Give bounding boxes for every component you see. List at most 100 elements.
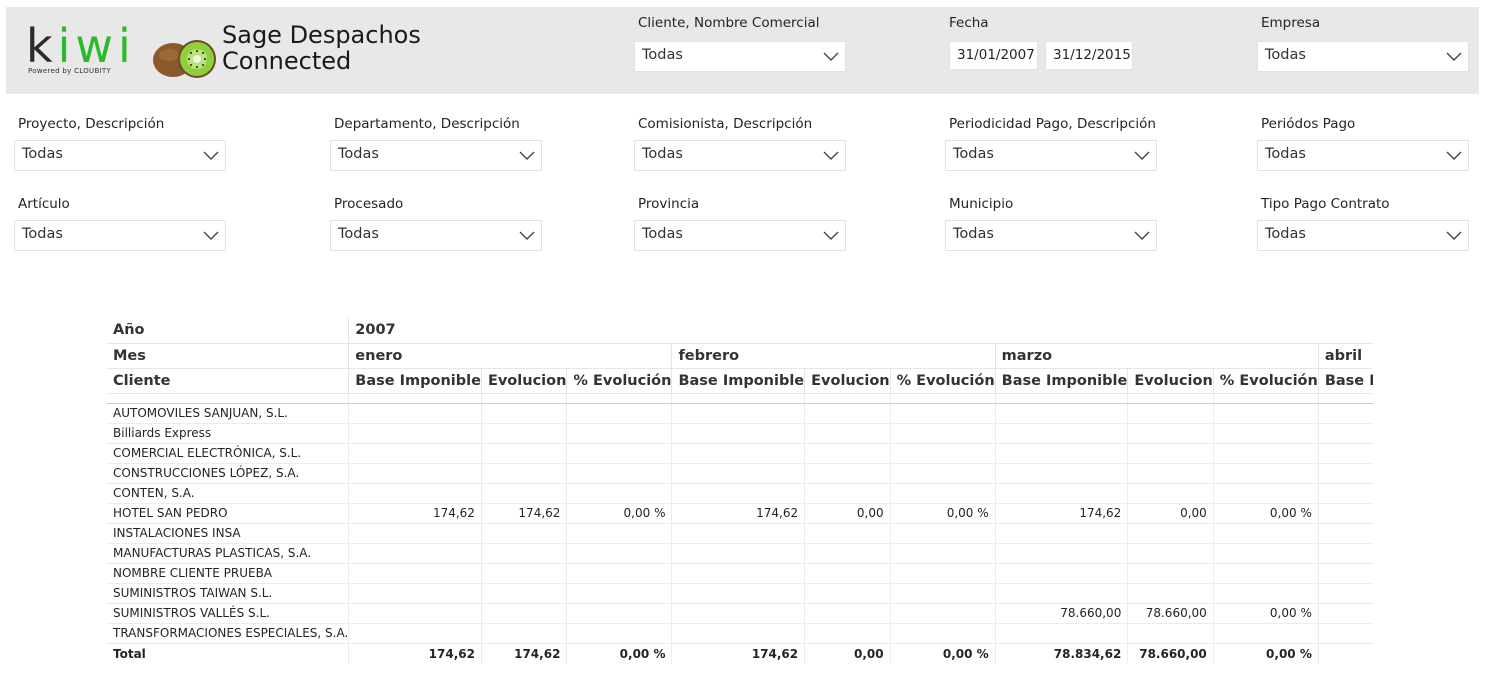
table-row[interactable]: SUMINISTROS TAIWAN S.L. 20.: [107, 583, 1373, 604]
value-cell: [994, 483, 1128, 504]
value-cell: [566, 623, 672, 644]
slicer-procesado: Procesado Todas: [330, 195, 542, 251]
client-name-cell: Billiards Express: [107, 423, 349, 444]
dropdown-value: Todas: [338, 146, 379, 162]
value-cell: [1127, 623, 1214, 644]
measure-header[interactable]: % Evolución: [889, 368, 996, 394]
month-header[interactable]: enero: [348, 343, 672, 369]
month-header[interactable]: marzo: [994, 343, 1319, 369]
value-cell: 0,00 %: [1212, 503, 1319, 524]
value-cell: [1212, 563, 1319, 584]
chevron-down-icon: [1446, 52, 1462, 61]
total-value-cell: 508.0: [1317, 642, 1373, 664]
proyecto-dropdown[interactable]: Todas: [14, 140, 226, 171]
value-cell: [889, 563, 996, 584]
total-row: Total 174,62 174,62 0,00 % 174,62 0,00 0,00 % 7…: [107, 642, 1373, 664]
measure-header[interactable]: Base Imponible: [348, 368, 482, 394]
table-row[interactable]: SUMINISTROS VALLÉS S.L. 78.660,00 78.660,0…: [107, 603, 1373, 624]
measure-header[interactable]: % Evolución: [1212, 368, 1319, 394]
value-cell: [1212, 623, 1319, 644]
cliente-dropdown[interactable]: Todas: [634, 41, 846, 72]
table-row[interactable]: MANUFACTURAS PLASTICAS, S.A.: [107, 543, 1373, 564]
month-header[interactable]: febrero: [671, 343, 996, 369]
client-name-cell: SUMINISTROS TAIWAN S.L.: [107, 583, 349, 604]
value-cell: [804, 603, 891, 624]
value-cell: [1317, 503, 1373, 524]
measure-header[interactable]: % Evolución: [566, 368, 672, 394]
value-cell: [994, 583, 1128, 604]
slicer-empresa: Empresa Todas: [1257, 14, 1469, 72]
value-cell: [480, 603, 567, 624]
value-cell: [889, 443, 996, 464]
articulo-dropdown[interactable]: Todas: [14, 220, 226, 251]
procesado-dropdown[interactable]: Todas: [330, 220, 542, 251]
value-cell: [889, 523, 996, 544]
measure-header[interactable]: Base Imponible: [994, 368, 1128, 394]
value-cell: [804, 423, 891, 444]
table-row[interactable]: HOTEL SAN PEDRO 174,62 174,62 0,00 % 174,62 0…: [107, 503, 1373, 524]
powered-by-text: Powered by CLOUBITY: [28, 67, 112, 75]
value-cell: [1127, 543, 1214, 564]
value-cell: [671, 563, 805, 584]
matrix-visual: Año 2007 Mes enero febrero marzo abril Cliente B…: [107, 318, 1373, 664]
value-cell: [480, 423, 567, 444]
total-value-cell: 174,62: [480, 642, 567, 664]
date-to-input[interactable]: 31/12/2015: [1045, 41, 1133, 70]
table-row[interactable]: Billiards Express: [107, 423, 1373, 444]
table-row[interactable]: AUTOMOVILES SANJUAN, S.L.: [107, 403, 1373, 424]
value-cell: [671, 483, 805, 504]
client-name-cell: SUMINISTROS VALLÉS S.L.: [107, 603, 349, 624]
periodos-pago-dropdown[interactable]: Todas: [1257, 140, 1469, 171]
value-cell: 174,62: [348, 503, 482, 524]
value-cell: [348, 463, 482, 484]
value-cell: [889, 483, 996, 504]
value-cell: [804, 543, 891, 564]
value-cell: [1317, 543, 1373, 564]
comisionista-dropdown[interactable]: Todas: [634, 140, 846, 171]
value-cell: [1127, 403, 1214, 424]
measure-header[interactable]: Base Imponible: [671, 368, 805, 394]
client-name-cell: TRANSFORMACIONES ESPECIALES, S.A.: [107, 623, 349, 644]
municipio-dropdown[interactable]: Todas: [945, 220, 1157, 251]
year-header[interactable]: 2007: [348, 318, 1373, 344]
month-header[interactable]: abril: [1317, 343, 1373, 369]
dropdown-value: Todas: [953, 146, 994, 162]
measure-header[interactable]: Evolucion: [1127, 368, 1214, 394]
slicer-comisionista: Comisionista, Descripción Todas: [634, 115, 846, 171]
table-row[interactable]: TRANSFORMACIONES ESPECIALES, S.A.: [107, 623, 1373, 644]
slicer-label: Provincia: [638, 196, 700, 212]
slicer-label: Proyecto, Descripción: [18, 116, 165, 132]
table-row[interactable]: COMERCIAL ELECTRÓNICA, S.L.: [107, 443, 1373, 464]
measure-header[interactable]: Evolucion: [804, 368, 891, 394]
chevron-down-icon: [203, 151, 219, 160]
table-row[interactable]: CONSTRUCCIONES LÓPEZ, S.A.: [107, 463, 1373, 484]
table-row[interactable]: CONTEN, S.A.: [107, 483, 1373, 504]
dropdown-value: Todas: [642, 146, 683, 162]
empresa-dropdown[interactable]: Todas: [1257, 41, 1469, 72]
measure-header[interactable]: Evolucion: [480, 368, 567, 394]
table-row[interactable]: INSTALACIONES INSA 408...: [107, 523, 1373, 544]
provincia-dropdown[interactable]: Todas: [634, 220, 846, 251]
slicer-tipo-pago-contrato: Tipo Pago Contrato Todas: [1257, 195, 1469, 251]
value-cell: [1212, 523, 1319, 544]
value-cell: [566, 543, 672, 564]
value-cell: 0,00: [804, 503, 891, 524]
total-value-cell: 0,00 %: [1212, 642, 1319, 664]
value-cell: [671, 623, 805, 644]
departamento-dropdown[interactable]: Todas: [330, 140, 542, 171]
date-from-input[interactable]: 31/01/2007: [949, 41, 1038, 70]
value-cell: [889, 583, 996, 604]
table-row[interactable]: NOMBRE CLIENTE PRUEBA: [107, 563, 1373, 584]
tipo-pago-contrato-dropdown[interactable]: Todas: [1257, 220, 1469, 251]
value-cell: [671, 443, 805, 464]
value-cell: [671, 543, 805, 564]
total-value-cell: 78.660,00: [1127, 642, 1214, 664]
periodicidad-dropdown[interactable]: Todas: [945, 140, 1157, 171]
value-cell: [804, 403, 891, 424]
value-cell: [804, 563, 891, 584]
value-cell: [566, 403, 672, 424]
value-cell: [566, 603, 672, 624]
measure-header[interactable]: Base Impor: [1317, 368, 1373, 394]
value-cell: [1127, 443, 1214, 464]
value-cell: [480, 403, 567, 424]
